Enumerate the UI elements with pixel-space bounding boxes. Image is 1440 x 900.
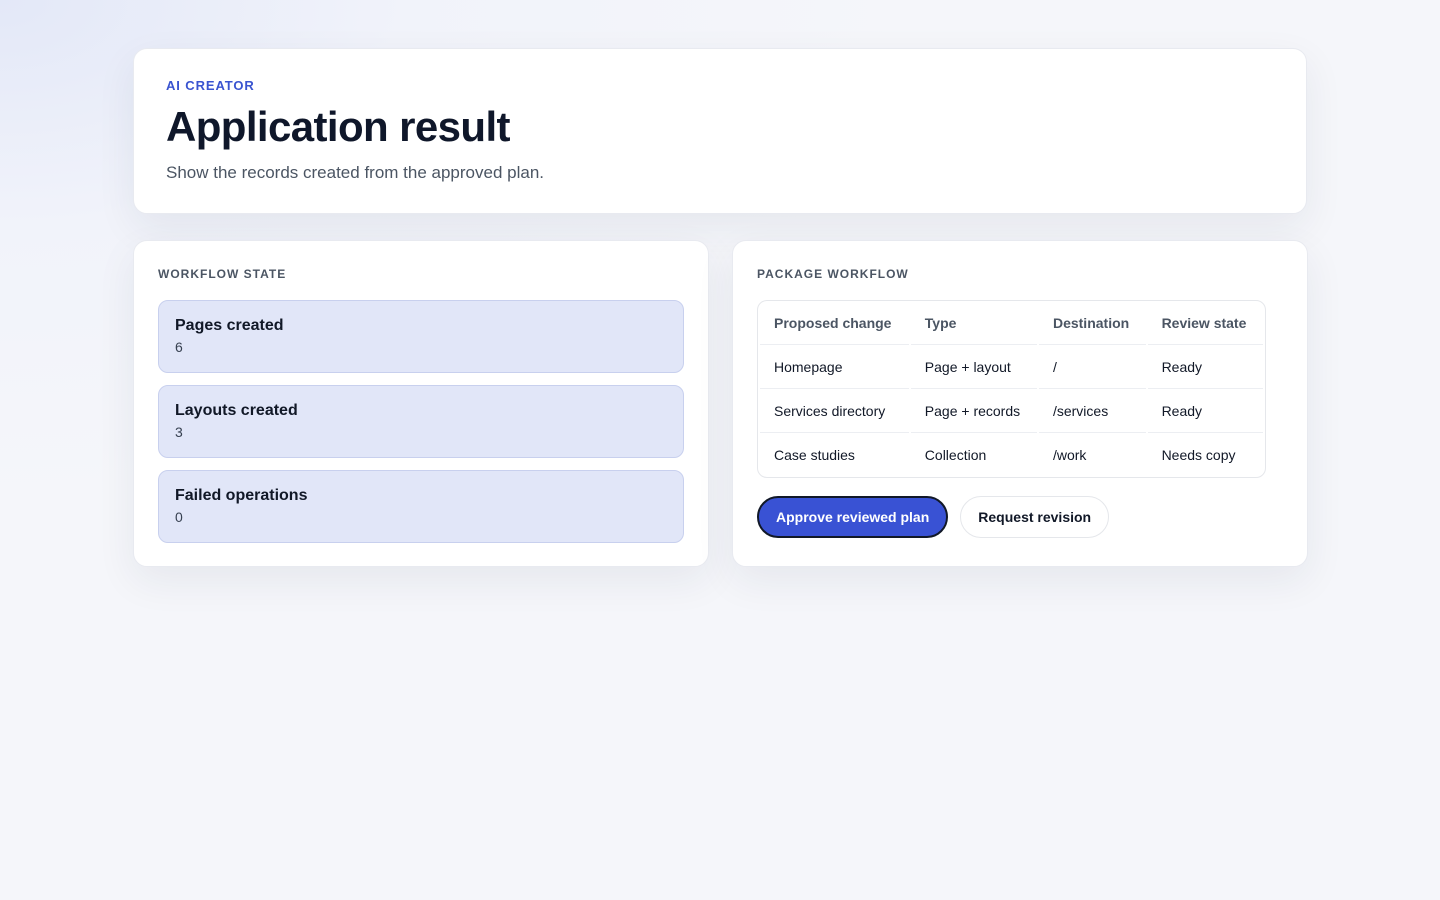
stat-list: Pages created 6 Layouts created 3 Failed…: [158, 300, 684, 543]
stat-label: Layouts created: [175, 402, 298, 419]
table-row: Homepage Page + layout / Ready: [760, 345, 1263, 389]
workflow-state-title: WORKFLOW STATE: [158, 267, 287, 281]
table-cell: Page + layout: [910, 345, 1037, 389]
page-subtitle: Show the records created from the approv…: [166, 163, 544, 183]
workflow-table-container: Proposed change Type Destination Review …: [757, 300, 1266, 478]
table-cell: Ready: [1147, 345, 1263, 389]
stat-value: 6: [175, 339, 183, 355]
table-cell: Ready: [1147, 389, 1263, 433]
request-revision-button[interactable]: Request revision: [960, 496, 1110, 538]
table-cell: /services: [1038, 389, 1146, 433]
header-card: AI CREATOR Application result Show the r…: [133, 48, 1307, 214]
table-cell: Services directory: [760, 389, 909, 433]
column-header: Proposed change: [760, 301, 909, 345]
package-workflow-card: PACKAGE WORKFLOW Proposed change Type De…: [732, 240, 1308, 567]
table-row: Case studies Collection /work Needs copy: [760, 433, 1263, 477]
stat-value: 0: [175, 509, 183, 525]
stat-value: 3: [175, 424, 183, 440]
stat-failed-operations: Failed operations 0: [158, 470, 684, 543]
table-cell: Page + records: [910, 389, 1037, 433]
approve-plan-button[interactable]: Approve reviewed plan: [757, 496, 949, 538]
workflow-state-card: WORKFLOW STATE Pages created 6 Layouts c…: [133, 240, 709, 567]
column-header: Destination: [1038, 301, 1146, 345]
column-header: Type: [910, 301, 1037, 345]
table-cell: Case studies: [774, 447, 855, 463]
table-cell: Needs copy: [1161, 447, 1236, 463]
action-bar: Approve reviewed plan Request revision: [757, 496, 1283, 538]
stat-label: Pages created: [175, 317, 284, 334]
workflow-table: Proposed change Type Destination Review …: [758, 301, 1265, 477]
table-cell: /: [1038, 345, 1146, 389]
table-cell: /work: [1052, 447, 1087, 463]
eyebrow-label: AI CREATOR: [166, 78, 255, 93]
stat-layouts-created: Layouts created 3: [158, 385, 684, 458]
column-header: Review state: [1147, 301, 1263, 345]
stat-label: Failed operations: [175, 487, 308, 504]
table-row: Services directory Page + records /servi…: [760, 389, 1263, 433]
table-cell: Collection: [924, 447, 987, 463]
page-title: Application result: [166, 103, 511, 150]
table-cell: Homepage: [760, 345, 909, 389]
table-header-row: Proposed change Type Destination Review …: [760, 301, 1263, 345]
package-workflow-title: PACKAGE WORKFLOW: [757, 267, 909, 281]
stat-pages-created: Pages created 6: [158, 300, 684, 373]
